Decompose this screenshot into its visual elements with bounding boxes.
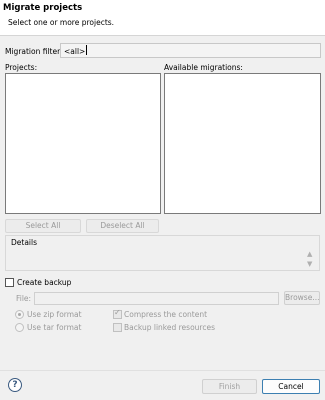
details-text-area[interactable] (5, 235, 320, 271)
wizard-title: Migrate projects (3, 3, 83, 13)
wizard-subtitle: Select one or more projects. (8, 18, 115, 27)
finish-button[interactable]: Finish (202, 379, 257, 394)
backup-file-field[interactable] (34, 292, 279, 305)
help-icon[interactable]: ? (8, 378, 22, 392)
projects-label: Projects: (5, 63, 38, 72)
wizard-header: Migrate projects Select one or more proj… (0, 0, 325, 36)
file-label: File: (16, 294, 32, 303)
use-zip-format-label: Use zip format (27, 310, 82, 319)
available-migrations-list[interactable] (164, 73, 321, 214)
backup-linked-resources-label: Backup linked resources (124, 323, 215, 332)
scroll-up-arrow-icon[interactable]: ▲ (307, 250, 312, 258)
migration-filter-combo[interactable]: <all> (60, 43, 321, 58)
available-migrations-label: Available migrations: (164, 63, 243, 72)
text-cursor (86, 45, 88, 55)
footer-divider (0, 370, 325, 371)
cancel-button[interactable]: Cancel (262, 379, 320, 394)
scroll-down-arrow-icon[interactable]: ▼ (307, 260, 312, 268)
use-tar-format-label: Use tar format (27, 323, 82, 332)
use-tar-format-radio[interactable] (15, 323, 24, 332)
migration-filter-value: <all> (64, 47, 86, 56)
create-backup-checkbox[interactable] (5, 278, 14, 287)
backup-linked-resources-checkbox[interactable] (113, 323, 122, 332)
select-all-button[interactable]: Select All (5, 219, 81, 233)
deselect-all-button[interactable]: Deselect All (86, 219, 159, 233)
compress-content-checkbox[interactable] (113, 308, 122, 319)
migration-filter-label: Migration filter: (5, 47, 63, 56)
browse-button[interactable]: Browse... (284, 291, 320, 305)
use-zip-format-radio[interactable] (15, 310, 24, 319)
compress-content-label: Compress the content (124, 310, 208, 319)
create-backup-label: Create backup (17, 278, 72, 287)
projects-list[interactable] (5, 73, 161, 214)
details-label: Details (11, 238, 38, 247)
